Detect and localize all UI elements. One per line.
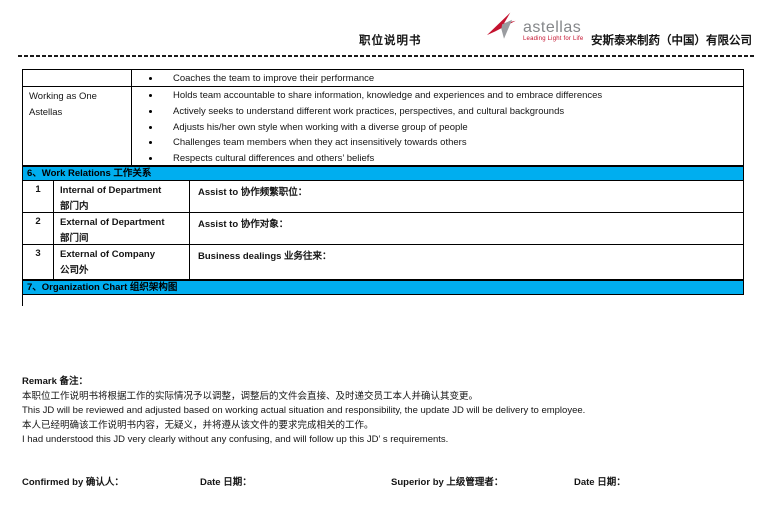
competency-label-empty bbox=[23, 70, 132, 87]
section-header-org-chart: 7、Organization Chart 组织架构图 bbox=[22, 280, 744, 295]
bullet-icon bbox=[149, 110, 152, 113]
page-title: 职位说明书 bbox=[359, 32, 422, 48]
list-item: Holds team accountable to share informat… bbox=[132, 88, 743, 104]
table-row: Working as One Astellas Holds team accou… bbox=[23, 87, 743, 165]
signature-date-left-label: Date 日期： bbox=[200, 474, 252, 488]
row-label: Internal of Department 部门内 bbox=[54, 181, 190, 216]
bullet-text: Holds team accountable to share informat… bbox=[173, 90, 602, 101]
row-label: External of Company 公司外 bbox=[54, 245, 190, 280]
row-label-cn: 部门内 bbox=[60, 199, 183, 215]
list-item: Adjusts his/her own style when working w… bbox=[132, 119, 743, 135]
table-row: 3 External of Company 公司外 Business deali… bbox=[23, 245, 743, 278]
table-row: 1 Internal of Department 部门内 Assist to 协… bbox=[23, 181, 743, 213]
remark-line: This JD will be reviewed and adjusted ba… bbox=[22, 404, 744, 419]
row-label-en: External of Company bbox=[60, 247, 183, 263]
logo-tagline-text: Leading Light for Life bbox=[523, 36, 583, 43]
row-label-cn: 公司外 bbox=[60, 263, 183, 279]
remark-line: 本人已经明确该工作说明书内容，无疑义，并将遵从该文件的要求完成相关的工作。 bbox=[22, 419, 744, 434]
remark-heading: Remark 备注： bbox=[22, 375, 744, 390]
astellas-star-icon bbox=[486, 11, 522, 43]
bullet-text: Challenges team members when they act in… bbox=[173, 137, 467, 148]
section-header-work-relations: 6、Work Relations 工作关系 bbox=[22, 166, 744, 181]
bullet-icon bbox=[149, 157, 152, 160]
work-relations-table: 1 Internal of Department 部门内 Assist to 协… bbox=[22, 181, 744, 280]
table-row: Coaches the team to improve their perfor… bbox=[23, 70, 743, 87]
row-number: 1 bbox=[23, 181, 54, 216]
row-label-en: External of Department bbox=[60, 215, 183, 231]
bullet-icon bbox=[149, 126, 152, 129]
header-divider bbox=[18, 55, 755, 57]
list-item: Actively seeks to understand different w… bbox=[132, 104, 743, 120]
row-content: Business dealings 业务往来： bbox=[190, 245, 743, 280]
row-content: Assist to 协作频繁职位： bbox=[190, 181, 743, 216]
bullet-text: Respects cultural differences and others… bbox=[173, 153, 374, 164]
bullet-icon bbox=[149, 141, 152, 144]
list-item: Challenges team members when they act in… bbox=[132, 135, 743, 151]
row-label: External of Department 部门间 bbox=[54, 213, 190, 248]
signature-confirmed-by-label: Confirmed by 确认人： bbox=[22, 474, 124, 488]
logo-text: astellas Leading Light for Life bbox=[523, 20, 583, 43]
bullet-text: Coaches the team to improve their perfor… bbox=[173, 73, 374, 84]
table-border-stub bbox=[22, 295, 23, 306]
bullet-icon bbox=[149, 94, 152, 97]
list-item: Coaches the team to improve their perfor… bbox=[132, 71, 743, 87]
remark-line: I had understood this JD very clearly wi… bbox=[22, 433, 744, 448]
signature-date-right-label: Date 日期： bbox=[574, 474, 626, 488]
remark-line: 本职位工作说明书将根据工作的实际情况予以调整，调整后的文件会直接、及时递交员工本… bbox=[22, 390, 744, 405]
bullet-text: Adjusts his/her own style when working w… bbox=[173, 122, 468, 133]
table-row: 2 External of Department 部门间 Assist to 协… bbox=[23, 213, 743, 245]
competency-label: Working as One Astellas bbox=[23, 87, 132, 166]
row-content: Assist to 协作对象： bbox=[190, 213, 743, 248]
row-label-en: Internal of Department bbox=[60, 183, 183, 199]
row-number: 3 bbox=[23, 245, 54, 280]
row-number: 2 bbox=[23, 213, 54, 248]
company-name: 安斯泰来制药（中国）有限公司 bbox=[591, 32, 752, 48]
logo-brand-text: astellas bbox=[523, 20, 583, 36]
bullet-icon bbox=[149, 77, 152, 80]
astellas-logo: astellas Leading Light for Life bbox=[486, 11, 583, 43]
competency-table: Coaches the team to improve their perfor… bbox=[22, 69, 744, 166]
signature-superior-by-label: Superior by 上级管理者： bbox=[391, 474, 503, 488]
list-item: Respects cultural differences and others… bbox=[132, 151, 743, 167]
row-label-cn: 部门间 bbox=[60, 231, 183, 247]
remark-block: Remark 备注： 本职位工作说明书将根据工作的实际情况予以调整，调整后的文件… bbox=[22, 375, 744, 448]
bullet-text: Actively seeks to understand different w… bbox=[173, 106, 564, 117]
